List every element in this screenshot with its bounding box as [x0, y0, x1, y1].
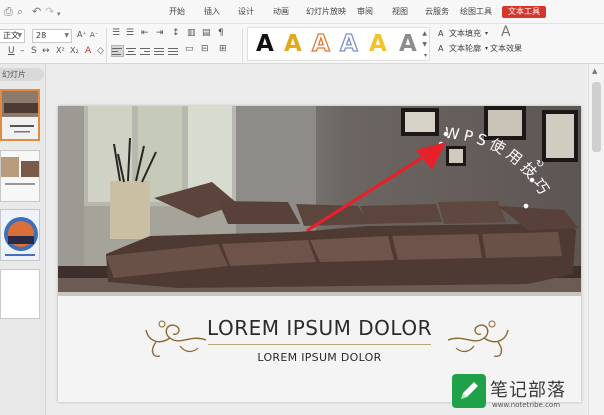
redo-icon[interactable]: ↷	[45, 5, 54, 19]
title-divider	[208, 344, 431, 345]
convert-smartart-button[interactable]: ⊞	[219, 43, 227, 55]
wordart-style-gallery[interactable]: A A A A A A ▲ ▼ ▾	[247, 27, 430, 61]
numbering-button[interactable]: ☰	[126, 27, 134, 39]
preview-icon[interactable]: ⌕	[17, 5, 23, 19]
align-right-button[interactable]	[140, 46, 151, 56]
slide-thumbnail-2[interactable]	[0, 150, 40, 202]
text-effect-icon[interactable]: A	[501, 25, 511, 39]
tab-slideshow[interactable]: 幻灯片放映	[306, 6, 346, 18]
thumbnail-image	[1, 151, 39, 201]
subscript-button[interactable]: X₂	[70, 45, 79, 57]
align-left-button[interactable]	[111, 45, 124, 57]
text-direction-button[interactable]: ▤	[202, 27, 211, 39]
slide-thumbnail-4[interactable]	[0, 269, 40, 319]
strikethrough-button[interactable]: –	[20, 45, 25, 57]
wordart-style-black[interactable]: A	[256, 29, 274, 59]
chevron-down-icon: ▼	[17, 32, 22, 39]
shadow-button[interactable]: S	[31, 45, 37, 57]
print-icon[interactable]: ⎙	[4, 5, 13, 19]
wordart-style-blue-outline[interactable]: A	[339, 29, 358, 59]
chevron-down-icon: ▼	[64, 32, 69, 39]
text-outline-icon[interactable]: A	[438, 43, 443, 55]
gallery-down-icon[interactable]: ▼	[422, 41, 427, 48]
separator	[106, 28, 107, 62]
slide-thumbnail-3[interactable]	[0, 209, 40, 261]
svg-text:↻: ↻	[536, 159, 544, 170]
gallery-more-icon[interactable]: ▾	[424, 52, 427, 59]
tab-cloud[interactable]: 云服务	[425, 6, 449, 18]
tab-review[interactable]: 审阅	[357, 6, 373, 18]
wordart-style-gray[interactable]: A	[399, 29, 417, 59]
slide-thumbnail-pane: 幻灯片	[0, 64, 46, 415]
underline-button[interactable]: U	[8, 45, 15, 57]
vertical-scrollbar[interactable]: ▲	[588, 64, 604, 415]
tab-insert[interactable]: 插入	[204, 6, 220, 18]
tab-animation[interactable]: 动画	[273, 6, 289, 18]
slide-title[interactable]: LOREM IPSUM DOLOR	[58, 316, 581, 340]
scrollbar-thumb[interactable]	[592, 82, 601, 152]
paragraph-button[interactable]: ¶	[218, 27, 224, 39]
indent-button[interactable]: ⇥	[156, 27, 164, 39]
eraser-icon[interactable]: ◇	[97, 45, 104, 57]
slide-thumbnail-1[interactable]	[0, 89, 40, 141]
line-spacing-button[interactable]: ↕	[172, 27, 180, 39]
gallery-up-icon[interactable]: ▲	[422, 30, 427, 37]
slides-pane-tab[interactable]: 幻灯片	[0, 68, 44, 81]
title-tab-bar: ⎙ ⌕ ↶ ↷ ▾ 开始 插入 设计 动画 幻灯片放映 审阅 视图 云服务 绘图…	[0, 0, 604, 24]
font-color-button[interactable]: A	[85, 45, 91, 57]
wordart-style-orange-outline[interactable]: A	[311, 29, 330, 59]
scroll-up-icon[interactable]: ▲	[592, 67, 597, 75]
text-box-button[interactable]: ▭	[185, 43, 194, 55]
tab-design[interactable]: 设计	[238, 6, 254, 18]
text-effect-button[interactable]: 文本效果	[490, 43, 522, 55]
font-name-select[interactable]: 正文 ▼	[0, 29, 25, 43]
site-watermark: 笔记部落 www.notetribe.com	[446, 370, 604, 415]
chevron-down-icon[interactable]: ▾	[485, 28, 488, 40]
columns-button[interactable]: ▥	[187, 27, 196, 39]
justify-button[interactable]	[154, 46, 165, 56]
distribute-button[interactable]	[168, 46, 179, 56]
wordart-style-yellow[interactable]: A	[369, 29, 387, 59]
text-fill-button[interactable]: 文本填充	[449, 28, 481, 40]
bullets-button[interactable]: ☰	[112, 27, 120, 39]
superscript-button[interactable]: X²	[56, 45, 65, 57]
watermark-url: www.notetribe.com	[492, 401, 561, 409]
tab-view[interactable]: 视图	[392, 6, 408, 18]
outdent-button[interactable]: ⇤	[141, 27, 149, 39]
font-size-select[interactable]: 28 ▼	[32, 29, 72, 43]
undo-icon[interactable]: ↶	[32, 5, 41, 19]
vertical-align-button[interactable]: ⊟	[201, 43, 209, 55]
shrink-font-button[interactable]: A⁻	[90, 29, 98, 41]
text-fill-icon[interactable]: A	[438, 28, 443, 40]
current-slide[interactable]: WPS使用技巧 ↻ LOREM IPSUM DOLOR LOREM IPSUM …	[58, 106, 581, 402]
text-outline-button[interactable]: 文本轮廓	[449, 43, 481, 55]
tab-drawing-tools[interactable]: 绘图工具	[460, 6, 492, 18]
separator	[242, 28, 243, 62]
grow-font-button[interactable]: A⁺	[77, 29, 87, 41]
tab-text-tools[interactable]: 文本工具	[502, 6, 546, 18]
pencil-logo-icon	[452, 374, 486, 408]
align-center-button[interactable]	[126, 46, 137, 56]
slide-subtitle[interactable]: LOREM IPSUM DOLOR	[58, 351, 581, 364]
ribbon: 正文 ▼ 28 ▼ A⁺ A⁻ U – S ↔ X² X₂ A ◇ ☰ ☰ ⇤ …	[0, 24, 604, 64]
quick-access-dropdown-icon[interactable]: ▾	[57, 7, 61, 21]
wordart-style-gold[interactable]: A	[284, 29, 302, 59]
annotation-arrow	[306, 142, 446, 232]
thumbnail-image	[1, 210, 39, 260]
tab-home[interactable]: 开始	[169, 6, 185, 18]
chevron-down-icon[interactable]: ▾	[485, 43, 488, 55]
spacing-button[interactable]: ↔	[42, 45, 50, 57]
thumbnail-image	[2, 91, 38, 139]
watermark-name: 笔记部落	[490, 380, 566, 401]
